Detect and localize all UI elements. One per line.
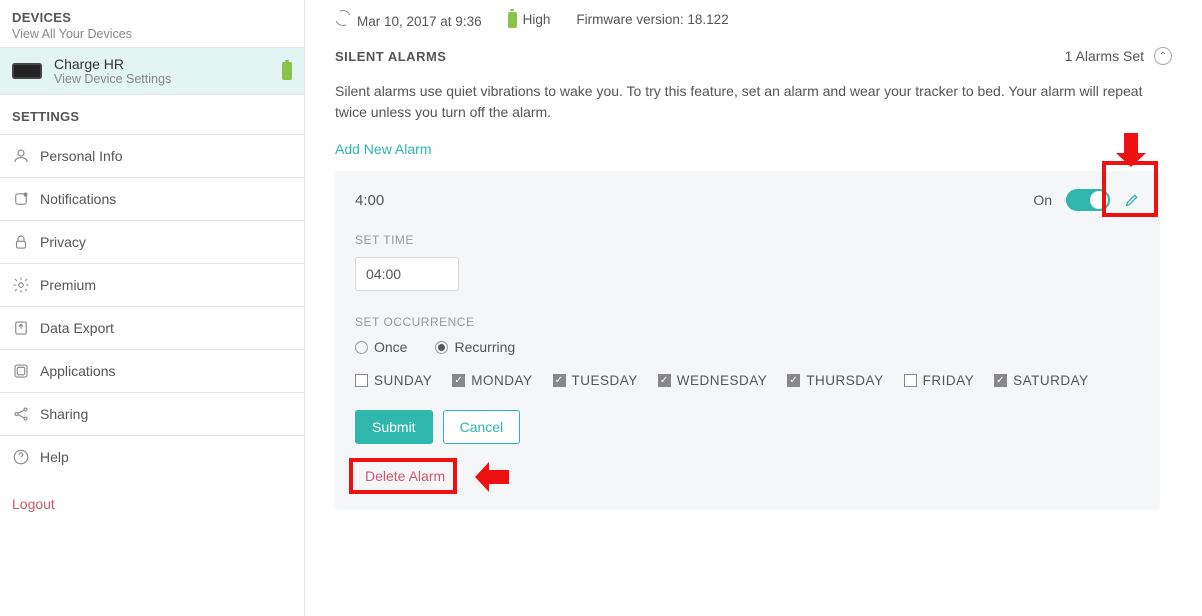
gear-icon xyxy=(12,276,40,294)
checkbox-icon xyxy=(904,374,917,387)
device-sub: View Device Settings xyxy=(54,72,171,86)
help-icon xyxy=(12,448,40,466)
occurrence-row: Once Recurring xyxy=(355,339,1140,355)
sidebar-item-personal-info[interactable]: Personal Info xyxy=(0,134,304,177)
device-name: Charge HR xyxy=(54,56,171,72)
devices-title: DEVICES xyxy=(12,10,292,25)
time-input[interactable] xyxy=(355,257,459,291)
day-thursday[interactable]: ✓THURSDAY xyxy=(787,373,883,388)
set-time-label: SET TIME xyxy=(355,233,1140,247)
section-description: Silent alarms use quiet vibrations to wa… xyxy=(335,81,1155,123)
alarms-set-label: 1 Alarms Set xyxy=(1065,48,1144,64)
alarm-header: 4:00 On xyxy=(355,189,1140,211)
logout-row: Logout xyxy=(0,478,304,530)
checkbox-icon xyxy=(355,374,368,387)
day-sunday[interactable]: SUNDAY xyxy=(355,373,432,388)
sidebar-item-privacy[interactable]: Privacy xyxy=(0,220,304,263)
checkbox-icon: ✓ xyxy=(658,374,671,387)
device-image xyxy=(12,63,42,79)
section-header: SILENT ALARMS 1 Alarms Set ⌃ xyxy=(335,47,1172,65)
devices-subtitle[interactable]: View All Your Devices xyxy=(12,27,292,41)
radio-icon xyxy=(355,341,368,354)
sidebar-item-premium[interactable]: Premium xyxy=(0,263,304,306)
sidebar-item-label: Privacy xyxy=(40,234,86,250)
radio-once[interactable]: Once xyxy=(355,339,407,355)
edit-icon[interactable] xyxy=(1124,192,1140,208)
annotation-box-edit xyxy=(1102,161,1158,217)
alarm-toggle-group: On xyxy=(1033,189,1140,211)
sidebar-item-label: Sharing xyxy=(40,406,88,422)
logout-link[interactable]: Logout xyxy=(12,496,55,512)
sidebar: DEVICES View All Your Devices Charge HR … xyxy=(0,0,305,616)
day-tuesday[interactable]: ✓TUESDAY xyxy=(553,373,638,388)
battery-icon xyxy=(282,62,292,80)
sync-icon xyxy=(333,8,354,29)
firmware-status: Firmware version: 18.122 xyxy=(576,12,728,27)
days-row: SUNDAY ✓MONDAY ✓TUESDAY ✓WEDNESDAY ✓THUR… xyxy=(355,373,1140,388)
sidebar-item-applications[interactable]: Applications xyxy=(0,349,304,392)
sidebar-item-label: Notifications xyxy=(40,191,116,207)
submit-button[interactable]: Submit xyxy=(355,410,433,444)
radio-icon xyxy=(435,341,448,354)
sidebar-item-label: Data Export xyxy=(40,320,114,336)
battery-status: High xyxy=(508,12,551,28)
person-icon xyxy=(12,147,40,165)
day-friday[interactable]: FRIDAY xyxy=(904,373,975,388)
day-wednesday[interactable]: ✓WEDNESDAY xyxy=(658,373,768,388)
notification-icon xyxy=(12,190,40,208)
toggle-label: On xyxy=(1033,192,1052,208)
set-occurrence-label: SET OCCURRENCE xyxy=(355,315,1140,329)
device-row-charge-hr[interactable]: Charge HR View Device Settings xyxy=(0,47,304,95)
chevron-up-icon: ⌃ xyxy=(1154,47,1172,65)
battery-icon xyxy=(508,12,517,28)
radio-recurring[interactable]: Recurring xyxy=(435,339,515,355)
day-monday[interactable]: ✓MONDAY xyxy=(452,373,532,388)
share-icon xyxy=(12,405,40,423)
devices-header: DEVICES View All Your Devices xyxy=(0,0,304,47)
delete-alarm-link[interactable]: Delete Alarm xyxy=(355,462,455,490)
sidebar-item-notifications[interactable]: Notifications xyxy=(0,177,304,220)
alarm-time-display: 4:00 xyxy=(355,192,384,209)
checkbox-icon: ✓ xyxy=(553,374,566,387)
status-row: Mar 10, 2017 at 9:36 High Firmware versi… xyxy=(335,10,1172,29)
sync-status: Mar 10, 2017 at 9:36 xyxy=(335,10,482,29)
sidebar-item-sharing[interactable]: Sharing xyxy=(0,392,304,435)
alarms-set-toggle[interactable]: 1 Alarms Set ⌃ xyxy=(1065,47,1172,65)
add-new-alarm-link[interactable]: Add New Alarm xyxy=(335,141,431,157)
annotation-arrow-left xyxy=(475,462,509,492)
sidebar-item-label: Applications xyxy=(40,363,116,379)
lock-icon xyxy=(12,233,40,251)
export-icon xyxy=(12,319,40,337)
checkbox-icon: ✓ xyxy=(452,374,465,387)
cancel-button[interactable]: Cancel xyxy=(443,410,521,444)
section-title: SILENT ALARMS xyxy=(335,49,446,64)
sidebar-item-label: Personal Info xyxy=(40,148,123,164)
checkbox-icon: ✓ xyxy=(787,374,800,387)
alarm-toggle[interactable] xyxy=(1066,189,1110,211)
annotation-arrow-down xyxy=(1116,133,1146,163)
checkbox-icon: ✓ xyxy=(994,374,1007,387)
sidebar-item-label: Premium xyxy=(40,277,96,293)
apps-icon xyxy=(12,362,40,380)
alarm-card: 4:00 On SET TIME SET OCCURRENCE Once Rec… xyxy=(335,171,1160,510)
main-content: Mar 10, 2017 at 9:36 High Firmware versi… xyxy=(305,0,1202,616)
day-saturday[interactable]: ✓SATURDAY xyxy=(994,373,1089,388)
delete-wrap: Delete Alarm xyxy=(355,462,455,490)
sidebar-item-data-export[interactable]: Data Export xyxy=(0,306,304,349)
button-row: Submit Cancel xyxy=(355,410,1140,444)
sidebar-item-help[interactable]: Help xyxy=(0,435,304,478)
sidebar-item-label: Help xyxy=(40,449,69,465)
settings-title: SETTINGS xyxy=(0,95,304,134)
